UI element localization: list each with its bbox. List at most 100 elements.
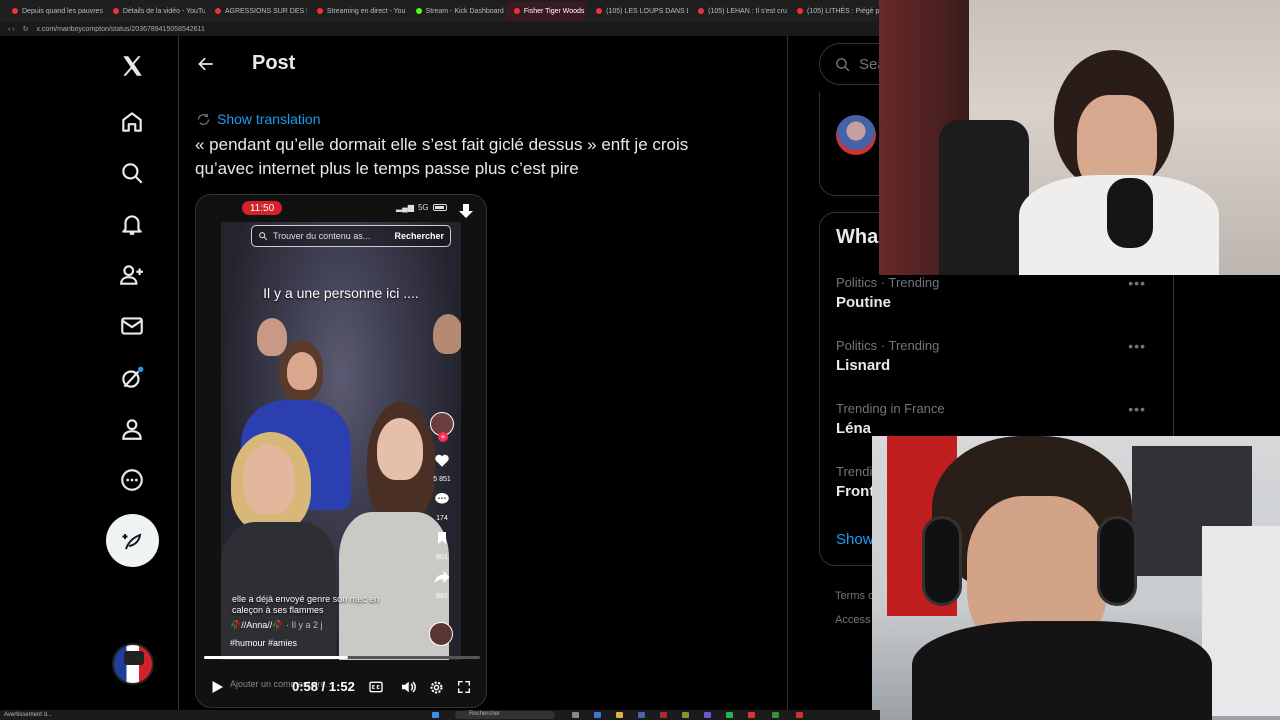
post-text: « pendant qu’elle dormait elle s’est fai…	[195, 135, 689, 178]
url-text[interactable]: x.com/manboycompton/status/2036789415058…	[36, 26, 204, 33]
trend-item[interactable]: Politics · Trending Lisnard •••	[836, 338, 1156, 374]
account-avatar[interactable]	[112, 643, 154, 685]
x-logo-icon[interactable]	[114, 48, 150, 84]
video-caption-bottom: elle a déjà envoyé genre son mec en cale…	[232, 594, 380, 615]
notifications-icon[interactable]	[114, 206, 150, 242]
reload-icon[interactable]: ↻	[23, 25, 29, 33]
chrome-icon[interactable]	[772, 712, 779, 718]
taskbar-search[interactable]: Rechercher	[455, 711, 555, 719]
footer-terms-link[interactable]: Terms o	[835, 590, 874, 602]
video-player[interactable]: 11:50 ▂▄▆ 5G Trouver du contenu as... Re…	[195, 194, 487, 708]
follow-icon[interactable]	[114, 257, 150, 293]
network-label: 5G	[417, 203, 429, 212]
taskbar-notification-text[interactable]: Avertissement d...	[4, 712, 52, 718]
person-face	[287, 352, 317, 390]
volume-icon[interactable]	[399, 677, 417, 697]
comment-bubble-icon	[432, 489, 452, 509]
trend-item[interactable]: Politics · Trending Poutine •••	[836, 275, 1156, 311]
x-favicon-icon	[513, 8, 520, 14]
browser-tab-label: Détails de la vidéo - YouTu	[122, 7, 205, 15]
browser-tab[interactable]: AGRESSIONS SUR DES E	[207, 2, 307, 20]
youtube-favicon-icon	[698, 8, 705, 14]
back-arrow-icon[interactable]	[192, 50, 220, 78]
video-caption-top: Il y a une personne ici ....	[263, 285, 419, 301]
spotify-icon[interactable]	[726, 712, 733, 718]
browser-tab[interactable]: (105) LITHÉS : Piégé p	[789, 2, 880, 20]
video-controls: Ajouter un commentaire... 0:58 / 1:52	[196, 669, 486, 705]
person-face	[377, 418, 423, 480]
fullscreen-icon[interactable]	[456, 677, 472, 697]
download-arrow-icon	[458, 203, 474, 224]
trend-more-icon[interactable]: •••	[1128, 338, 1146, 354]
taskbar-app-icon[interactable]	[796, 712, 803, 718]
taskbar-app-icon[interactable]	[682, 712, 689, 718]
battery-icon	[432, 204, 447, 211]
taskbar-app-icon[interactable]	[748, 712, 755, 718]
footer-accessibility-link[interactable]: Access	[835, 614, 870, 626]
show-translation-link[interactable]: Show translation	[196, 111, 321, 127]
settings-gear-icon[interactable]	[428, 677, 445, 697]
back-nav-icon[interactable]: ‹ ›	[8, 26, 15, 33]
browser-tab-label: Fisher Tiger Woods	[523, 7, 585, 15]
browser-tab[interactable]: (105) LES LOUPS DANS L	[588, 2, 688, 20]
youtube-favicon-icon	[112, 8, 119, 14]
feather-plus-icon	[122, 532, 141, 549]
address-bar[interactable]: ‹ › ↻ x.com/manboycompton/status/2036789…	[0, 22, 880, 36]
video-progress-bar[interactable]	[204, 656, 480, 659]
headphones-icon	[1097, 516, 1137, 606]
taskbar-app-icon[interactable]	[594, 712, 601, 718]
browser-tab[interactable]: Fisher Tiger Woods	[505, 2, 587, 20]
trend-name: Léna	[836, 420, 872, 437]
play-icon[interactable]	[208, 677, 226, 697]
os-taskbar: Avertissement d... Rechercher	[0, 710, 880, 720]
progress-fill	[204, 656, 348, 659]
show-more-link[interactable]: Show	[836, 531, 874, 548]
heart-icon	[432, 450, 452, 470]
show-translation-label: Show translation	[217, 111, 321, 127]
person-figure	[433, 314, 461, 354]
taskbar-app-icon[interactable]	[572, 712, 579, 718]
grok-icon[interactable]	[114, 360, 150, 396]
share-count: 682	[436, 593, 448, 600]
browser-tab[interactable]: Stream - Kick Dashboard	[408, 2, 504, 20]
browser-tab[interactable]: Streaming en direct - You	[309, 2, 406, 20]
messages-icon[interactable]	[114, 308, 150, 344]
browser-tab[interactable]: Depuis quand les pauvres	[4, 2, 103, 20]
taskbar-app-icon[interactable]	[638, 712, 645, 718]
webcam-overlay-bottom	[872, 436, 1280, 720]
taskbar-app-icon[interactable]	[660, 712, 667, 718]
browser-tab-label: Depuis quand les pauvres	[22, 7, 103, 15]
trend-name: Poutine	[836, 294, 891, 311]
browser-tab-label: AGRESSIONS SUR DES E	[224, 7, 307, 15]
youtube-favicon-icon	[12, 8, 18, 14]
comment-count: 174	[436, 515, 448, 522]
page-title: Post	[252, 52, 296, 74]
browser-tabbar: Depuis quand les pauvres Détails de la vi…	[0, 0, 880, 22]
gaming-chair	[939, 120, 1029, 275]
profile-icon[interactable]	[114, 411, 150, 447]
kick-favicon-icon	[415, 8, 422, 14]
folder-icon[interactable]	[616, 712, 623, 718]
browser-tab[interactable]: Détails de la vidéo - YouTu	[105, 2, 205, 20]
youtube-favicon-icon	[214, 8, 221, 14]
trend-meta: Politics · Trending	[836, 338, 940, 353]
more-icon[interactable]	[114, 462, 150, 498]
headphones-icon	[922, 516, 962, 606]
trend-more-icon[interactable]: •••	[1128, 401, 1146, 417]
browser-tab-label: (105) LITHÉS : Piégé p	[806, 7, 880, 15]
suggested-user-avatar[interactable]	[836, 115, 876, 155]
trend-more-icon[interactable]: •••	[1128, 275, 1146, 291]
webcam-overlay-top	[879, 0, 1280, 275]
browser-tab[interactable]: (105) LEHAN : Il s'est cru	[690, 2, 787, 20]
captions-icon[interactable]	[368, 677, 384, 697]
home-icon[interactable]	[114, 104, 150, 140]
person-figure	[257, 318, 287, 356]
taskbar-app-icon[interactable]	[704, 712, 711, 718]
tiktok-action-rail: 5 851 174 801 682	[427, 412, 457, 600]
compose-post-button[interactable]	[106, 514, 159, 567]
browser-tab-label: Stream - Kick Dashboard	[425, 7, 504, 15]
search-icon[interactable]	[114, 155, 150, 191]
windows-start-icon[interactable]	[432, 712, 439, 718]
trend-item[interactable]: Trending in France Léna •••	[836, 401, 1156, 437]
tiktok-search-placeholder: Trouver du contenu as...	[273, 231, 371, 241]
